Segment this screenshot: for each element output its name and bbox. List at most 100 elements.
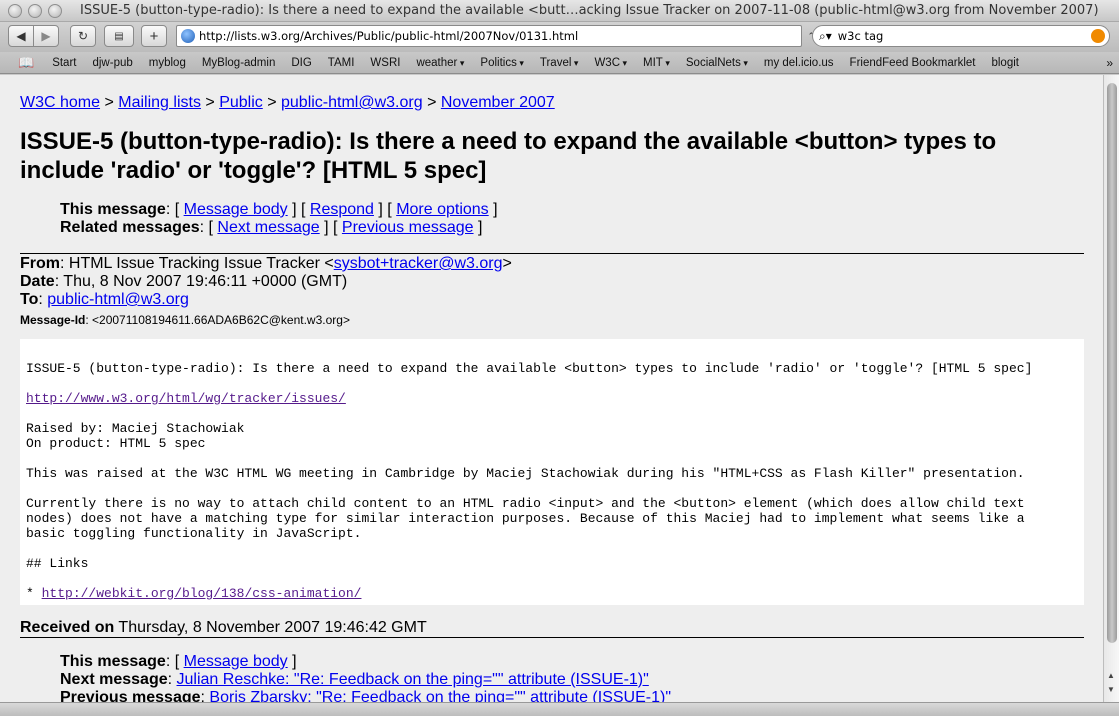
breadcrumb-public-html[interactable]: public-html@w3.org [281,94,423,111]
bookmark-item[interactable]: W3C [594,57,627,69]
to-email-link[interactable]: public-html@w3.org [47,291,189,308]
body-line: ## Links [26,556,89,571]
body-line: nodes) does not have a matching type for… [26,511,1025,526]
bookmark-item[interactable]: SocialNets [686,57,748,69]
body-line: * http://webkit.org/blog/138/css-animati… [26,586,361,601]
minimize-window-button[interactable] [28,4,42,18]
body-line: http://www.w3.org/html/wg/tracker/issues… [26,391,346,406]
from-email-link[interactable]: sysbot+tracker@w3.org [334,255,503,272]
scroll-up-arrow-icon[interactable]: ▲ [1107,671,1115,680]
plus-icon: + [149,27,159,45]
page-title: ISSUE-5 (button-type-radio): Is there a … [20,128,997,184]
bookmark-item[interactable]: TAMI [328,57,355,69]
back-arrow-icon: ◀ [16,29,26,43]
bottom-this-message-label: This message [60,653,166,670]
bookmark-item[interactable]: MIT [643,57,670,69]
forward-button[interactable]: ▶ [33,25,59,47]
more-options-link[interactable]: More options [396,201,489,218]
search-text: w3c tag [837,29,884,43]
back-button[interactable]: ◀ [8,25,34,47]
bottom-message-body-link[interactable]: Message body [184,653,288,670]
globe-icon [181,29,195,43]
bottom-next-message-link[interactable]: Julian Reschke: "Re: Feedback on the pin… [177,671,649,688]
address-bar[interactable]: http://lists.w3.org/Archives/Public/publ… [176,25,815,47]
add-bookmark-button[interactable]: + [141,25,167,47]
divider [20,637,1084,638]
body-line: On product: HTML 5 spec [26,436,206,451]
bookmarks-bar: 📖 Start djw-pub myblog MyBlog-admin DIG TAMI W… [0,52,1119,74]
received-value: Thursday, 8 November 2007 19:46:42 GMT [118,619,427,636]
bookmark-item[interactable]: myblog [149,57,186,69]
overflow-chevron-icon[interactable]: » [1106,56,1113,70]
breadcrumb: W3C home > Mailing lists > Public > publ… [20,94,555,111]
body-line: Currently there is no way to attach chil… [26,496,1025,511]
from-name: HTML Issue Tracking Issue Tracker < [68,255,334,272]
related-messages-label: Related messages [60,219,200,236]
next-message-link[interactable]: Next message [217,219,319,236]
bookmark-item[interactable]: WSRI [370,57,400,69]
bottom-this-message-nav: This message: [ Message body ] [60,653,297,670]
close-window-button[interactable] [8,4,22,18]
bottom-previous-message-link[interactable]: Boris Zbarsky: "Re: Feedback on the ping… [209,689,671,702]
forward-arrow-icon: ▶ [41,29,51,43]
bottom-next-message-nav: Next message: Julian Reschke: "Re: Feedb… [60,671,649,688]
body-line: ISSUE-5 (button-type-radio): Is there a … [26,361,1033,376]
respond-link[interactable]: Respond [310,201,374,218]
bookmark-item[interactable]: MyBlog-admin [202,57,276,69]
browser-toolbar: ◀ ▶ ↻ ▤ + http://lists.w3.org/Archives/P… [0,22,1119,52]
window-title: ISSUE-5 (button-type-radio): Is there a … [80,3,1099,18]
snapback-button[interactable]: ▤ [104,25,134,47]
scrollbar-thumb[interactable] [1107,83,1117,643]
book-icon[interactable]: 📖 [18,55,34,71]
scroll-down-arrow-icon[interactable]: ▼ [1107,685,1115,694]
webkit-css-animation-link[interactable]: http://webkit.org/blog/138/css-animation… [42,586,362,601]
search-icon: ⌕▾ [819,28,832,43]
search-field[interactable]: ⌕▾ w3c tag [812,25,1110,47]
page-content: W3C home > Mailing lists > Public > publ… [0,75,1103,702]
window-titlebar: ISSUE-5 (button-type-radio): Is there a … [0,0,1119,22]
bottom-next-message-label: Next message [60,671,168,688]
breadcrumb-public[interactable]: Public [219,94,263,111]
bottom-previous-message-label: Previous message [60,689,201,702]
bookmark-item[interactable]: blogit [991,57,1019,69]
this-message-label: This message [60,201,166,218]
body-line: Raised by: Maciej Stachowiak [26,421,245,436]
to-header: To: public-html@w3.org [20,291,189,308]
zoom-window-button[interactable] [48,4,62,18]
vertical-scrollbar[interactable]: ▲ ▼ [1103,75,1119,702]
bookmark-list: Start djw-pub myblog MyBlog-admin DIG TAMI WSR… [52,57,1035,69]
breadcrumb-november-2007[interactable]: November 2007 [441,94,555,111]
breadcrumb-w3c-home[interactable]: W3C home [20,94,100,111]
bookmark-item[interactable]: FriendFeed Bookmarklet [850,57,976,69]
body-line: This was raised at the W3C HTML WG meeti… [26,466,1025,481]
from-header: From: HTML Issue Tracking Issue Tracker … [20,255,512,272]
bookmark-item[interactable]: my del.icio.us [764,57,834,69]
bookmark-item[interactable]: weather [416,57,464,69]
related-messages-nav: Related messages: [ Next message ] [ Pre… [60,219,483,236]
to-label: To [20,291,39,308]
message-id-header: Message-Id: <20071108194611.66ADA6B62C@k… [20,313,350,327]
previous-message-link[interactable]: Previous message [342,219,474,236]
divider [20,253,1084,254]
bookmark-item[interactable]: Travel [540,57,579,69]
this-message-nav: This message: [ Message body ] [ Respond… [60,201,498,218]
tracker-issues-link[interactable]: http://www.w3.org/html/wg/tracker/issues… [26,391,346,406]
from-label: From [20,255,60,272]
message-body-link[interactable]: Message body [184,201,288,218]
message-id-label: Message-Id [20,313,86,327]
snapback-icon: ▤ [114,30,124,42]
breadcrumb-mailing-lists[interactable]: Mailing lists [118,94,201,111]
search-engine-icon [1091,29,1105,43]
date-header: Date: Thu, 8 Nov 2007 19:46:11 +0000 (GM… [20,273,348,290]
reload-icon: ↻ [77,29,89,43]
bookmark-item[interactable]: DIG [291,57,311,69]
received-line: Received on Thursday, 8 November 2007 19… [20,619,427,637]
bookmark-item[interactable]: Politics [480,57,523,69]
body-line: basic toggling functionality in JavaScri… [26,526,362,541]
bookmark-item[interactable]: Start [52,57,76,69]
bookmark-item[interactable]: djw-pub [92,57,132,69]
date-label: Date [20,273,55,290]
reload-button[interactable]: ↻ [70,25,96,47]
status-bar [0,702,1119,716]
message-id-value: <20071108194611.66ADA6B62C@kent.w3.org> [92,313,350,327]
